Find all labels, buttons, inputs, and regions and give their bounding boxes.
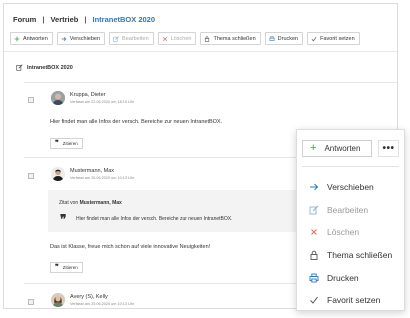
breadcrumb-vertrieb[interactable]: Vertrieb xyxy=(50,15,78,24)
answer-button[interactable]: Antworten xyxy=(10,32,53,45)
post-divider xyxy=(24,82,397,83)
post-text: Hier findet man alle Infos der versch. B… xyxy=(50,119,223,125)
quote-icon: ❞ xyxy=(60,212,67,226)
post-select-checkbox[interactable] xyxy=(28,299,34,305)
divider xyxy=(4,51,397,52)
plus-icon: + xyxy=(310,142,317,154)
move-button[interactable]: Verschieben xyxy=(56,32,106,45)
post-date: Verfasst am 25.06.2020 um 10:13 Uhr xyxy=(70,302,135,306)
check-icon xyxy=(309,295,327,305)
menu-item-label: Bearbeiten xyxy=(327,204,369,215)
print-button-label: Drucken xyxy=(277,35,299,42)
menu-item-label: Löschen xyxy=(327,227,360,238)
print-icon xyxy=(309,273,327,283)
menu-item-label: Drucken xyxy=(327,272,359,283)
cite-button[interactable]: ❞ Zitieren xyxy=(50,262,83,273)
menu-item-edit[interactable]: Bearbeiten xyxy=(309,199,392,222)
menu-item-label: Favorit setzen xyxy=(327,295,381,306)
answer-button[interactable]: + Antworten xyxy=(302,140,372,157)
check-icon xyxy=(311,36,317,42)
menu-item-move[interactable]: Verschieben xyxy=(309,176,392,199)
favorite-button-label: Favorit setzen xyxy=(320,35,355,42)
menu-item-delete[interactable]: Löschen xyxy=(309,221,392,244)
cite-button-label: Zitieren xyxy=(62,141,78,146)
divider xyxy=(302,166,399,167)
menu-item-print[interactable]: Drucken xyxy=(309,266,392,289)
quote-block: Zitat von Mustermann, Max ❞ Hier findet … xyxy=(48,190,298,232)
cite-button-label: Zitieren xyxy=(62,265,78,270)
post-date: Verfasst am 22.06.2020 um 18:10 Uhr xyxy=(70,100,135,104)
arrow-right-icon xyxy=(61,36,67,42)
edit-button[interactable]: Bearbeiten xyxy=(109,32,154,45)
quote-header: Zitat von Mustermann, Max xyxy=(59,200,122,206)
breadcrumb-separator: | xyxy=(42,15,45,24)
cite-button[interactable]: ❞ Zitieren xyxy=(50,138,83,149)
breadcrumb: Forum | Vertrieb | IntranetBOX 2020 xyxy=(13,15,155,24)
breadcrumb-forum[interactable]: Forum xyxy=(13,15,36,24)
post-date: Verfasst am 25.06.2020 um 10:13 Uhr xyxy=(70,176,135,180)
delete-button[interactable]: Löschen xyxy=(157,32,197,45)
post-select-checkbox[interactable] xyxy=(28,97,34,103)
quote-prefix: Zitat von xyxy=(59,200,79,206)
edit-icon xyxy=(113,35,119,42)
actions-menu: Verschieben Bearbeiten Löschen Thema sch… xyxy=(309,176,392,312)
delete-button-label: Löschen xyxy=(170,35,192,42)
close-topic-button[interactable]: Thema schließen xyxy=(200,32,261,45)
print-button[interactable]: Drucken xyxy=(264,32,304,45)
arrow-right-icon xyxy=(309,182,327,192)
menu-item-close-topic[interactable]: Thema schließen xyxy=(309,244,392,267)
post-text: Das ist Klasse, freue mich schon auf vie… xyxy=(50,244,211,250)
breadcrumb-separator: | xyxy=(84,15,87,24)
breadcrumb-current: IntranetBOX 2020 xyxy=(92,15,156,24)
close-topic-button-label: Thema schließen xyxy=(213,35,256,42)
lock-icon xyxy=(309,250,327,261)
post-select-checkbox[interactable] xyxy=(28,173,34,179)
avatar xyxy=(51,167,65,181)
edit-button-label: Bearbeiten xyxy=(122,35,149,42)
delete-icon xyxy=(309,227,327,237)
actions-dropdown: + Antworten ••• Verschieben Bearbeiten L… xyxy=(296,129,405,311)
post-author: Avery (S), Kelly xyxy=(70,294,108,300)
post-author: Mustermann, Max xyxy=(70,168,115,174)
favorite-button[interactable]: Favorit setzen xyxy=(307,32,360,45)
avatar xyxy=(51,293,65,307)
edit-icon xyxy=(309,205,327,215)
toolbar: Antworten Verschieben Bearbeiten Löschen… xyxy=(10,32,360,45)
edit-icon xyxy=(16,64,23,71)
delete-icon xyxy=(162,36,168,42)
more-options-button[interactable]: ••• xyxy=(378,140,399,157)
quote-icon: ❞ xyxy=(55,264,59,271)
answer-button-label: Antworten xyxy=(23,35,48,42)
avatar xyxy=(51,91,65,105)
topic-title: IntranetBOX 2020 xyxy=(16,64,73,71)
topic-title-label: IntranetBOX 2020 xyxy=(27,64,73,71)
plus-icon xyxy=(14,36,20,42)
more-icon: ••• xyxy=(382,143,395,154)
menu-item-label: Verschieben xyxy=(327,182,374,193)
post-author: Kruppa, Dieter xyxy=(70,92,106,98)
print-icon xyxy=(269,35,275,42)
quote-author: Mustermann, Max xyxy=(79,200,122,206)
move-button-label: Verschieben xyxy=(69,35,101,42)
lock-icon xyxy=(204,35,210,42)
menu-item-favorite[interactable]: Favorit setzen xyxy=(309,289,392,312)
quote-text: Hier findet man alle Infos der versch. B… xyxy=(76,216,233,222)
answer-button-label: Antworten xyxy=(324,144,361,153)
menu-item-label: Thema schließen xyxy=(327,250,393,261)
quote-icon: ❞ xyxy=(55,140,59,147)
